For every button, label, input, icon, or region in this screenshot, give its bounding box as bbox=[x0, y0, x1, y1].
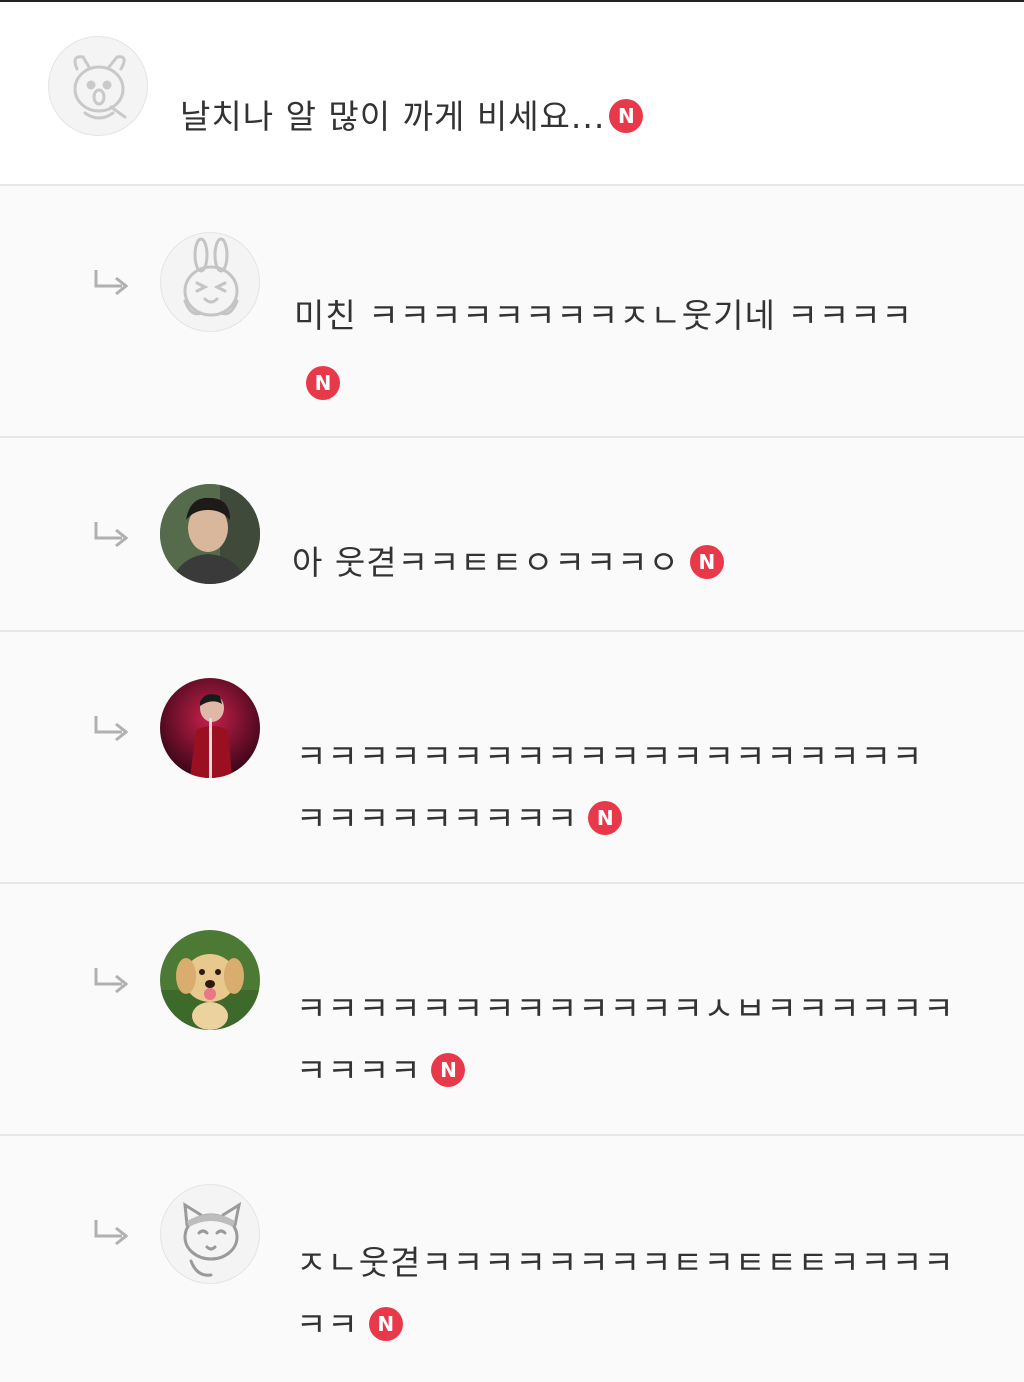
reply-item: ㅋㅋㅋㅋㅋㅋㅋㅋㅋㅋㅋㅋㅋㅋㅋㅋㅋㅋㅋㅋ ㅋㅋㅋㅋㅋㅋㅋㅋㅋ N bbox=[0, 632, 1024, 884]
rabbit-character-icon[interactable] bbox=[160, 232, 260, 332]
profile-photo-man[interactable] bbox=[160, 484, 260, 584]
reply-arrow-icon bbox=[94, 968, 129, 994]
reply-item: ㅋㅋㅋㅋㅋㅋㅋㅋㅋㅋㅋㅋㅋㅅㅂㅋㅋㅋㅋㅋㅋ ㅋㅋㅋㅋ N bbox=[0, 884, 1024, 1136]
comment-text: 아 웃겯ㅋㅋㅌㅌㅇㅋㅋㅋㅇ bbox=[292, 543, 680, 582]
reply-arrow-icon bbox=[94, 270, 129, 296]
comment-text-line: 아 웃겯ㅋㅋㅌㅌㅇㅋㅋㅋㅇ N bbox=[292, 534, 724, 592]
comment-text-line: ㅈㄴ웃겯ㅋㅋㅋㅋㅋㅋㅋㅋㅌㅋㅌㅌㅌㅋㅋㅋㅋ ㅋㅋ N bbox=[296, 1232, 955, 1356]
comment-item: 날치나 알 많이 까게 비세요... N bbox=[0, 2, 1024, 186]
comment-text-line: 날치나 알 많이 까게 비세요... N bbox=[180, 88, 644, 146]
new-badge: N bbox=[689, 544, 724, 579]
new-badge: N bbox=[588, 800, 623, 835]
new-badge: N bbox=[306, 365, 340, 400]
comment-text-cont: ㅋㅋㅋㅋ bbox=[296, 1051, 422, 1090]
comment-text-line: ㅋㅋㅋㅋㅋㅋㅋㅋㅋㅋㅋㅋㅋㅋㅋㅋㅋㅋㅋㅋ ㅋㅋㅋㅋㅋㅋㅋㅋㅋ N bbox=[296, 726, 923, 850]
comment-text: 날치나 알 많이 까게 비세요... bbox=[180, 97, 606, 136]
reply-item: 아 웃겯ㅋㅋㅌㅌㅇㅋㅋㅋㅇ N bbox=[0, 438, 1024, 632]
comment-text-cont: ㅋㅋㅋㅋㅋㅋㅋㅋㅋ bbox=[296, 799, 579, 838]
profile-photo-singer[interactable] bbox=[160, 678, 260, 778]
comment-text: ㅋㅋㅋㅋㅋㅋㅋㅋㅋㅋㅋㅋㅋㅋㅋㅋㅋㅋㅋㅋ bbox=[296, 737, 924, 776]
comment-text: 미친 ㅋㅋㅋㅋㅋㅋㅋㅋㅈㄴ웃기네 ㅋㅋㅋㅋ bbox=[294, 296, 913, 335]
cat-character-icon[interactable] bbox=[160, 1184, 260, 1284]
comment-text-line: ㅋㅋㅋㅋㅋㅋㅋㅋㅋㅋㅋㅋㅋㅅㅂㅋㅋㅋㅋㅋㅋ ㅋㅋㅋㅋ N bbox=[296, 978, 955, 1102]
new-badge: N bbox=[368, 1306, 403, 1341]
reply-item: ㅈㄴ웃겯ㅋㅋㅋㅋㅋㅋㅋㅋㅌㅋㅌㅌㅌㅋㅋㅋㅋ ㅋㅋ N bbox=[0, 1136, 1024, 1382]
comment-text-line: 미친 ㅋㅋㅋㅋㅋㅋㅋㅋㅈㄴ웃기네 ㅋㅋㅋㅋ N bbox=[294, 282, 974, 418]
reply-item: 미친 ㅋㅋㅋㅋㅋㅋㅋㅋㅈㄴ웃기네 ㅋㅋㅋㅋ N bbox=[0, 186, 1024, 438]
reply-arrow-icon bbox=[94, 716, 129, 742]
comment-text-cont: ㅋㅋ bbox=[296, 1305, 359, 1344]
reply-arrow-icon bbox=[94, 522, 129, 548]
new-badge: N bbox=[609, 98, 644, 133]
profile-photo-puppy[interactable] bbox=[160, 930, 260, 1030]
dog-character-icon[interactable] bbox=[48, 36, 148, 136]
reply-arrow-icon bbox=[94, 1220, 129, 1246]
comment-text: ㅋㅋㅋㅋㅋㅋㅋㅋㅋㅋㅋㅋㅋㅅㅂㅋㅋㅋㅋㅋㅋ bbox=[296, 989, 955, 1028]
comment-text: ㅈㄴ웃겯ㅋㅋㅋㅋㅋㅋㅋㅋㅌㅋㅌㅌㅌㅋㅋㅋㅋ bbox=[296, 1243, 955, 1282]
new-badge: N bbox=[431, 1052, 466, 1087]
